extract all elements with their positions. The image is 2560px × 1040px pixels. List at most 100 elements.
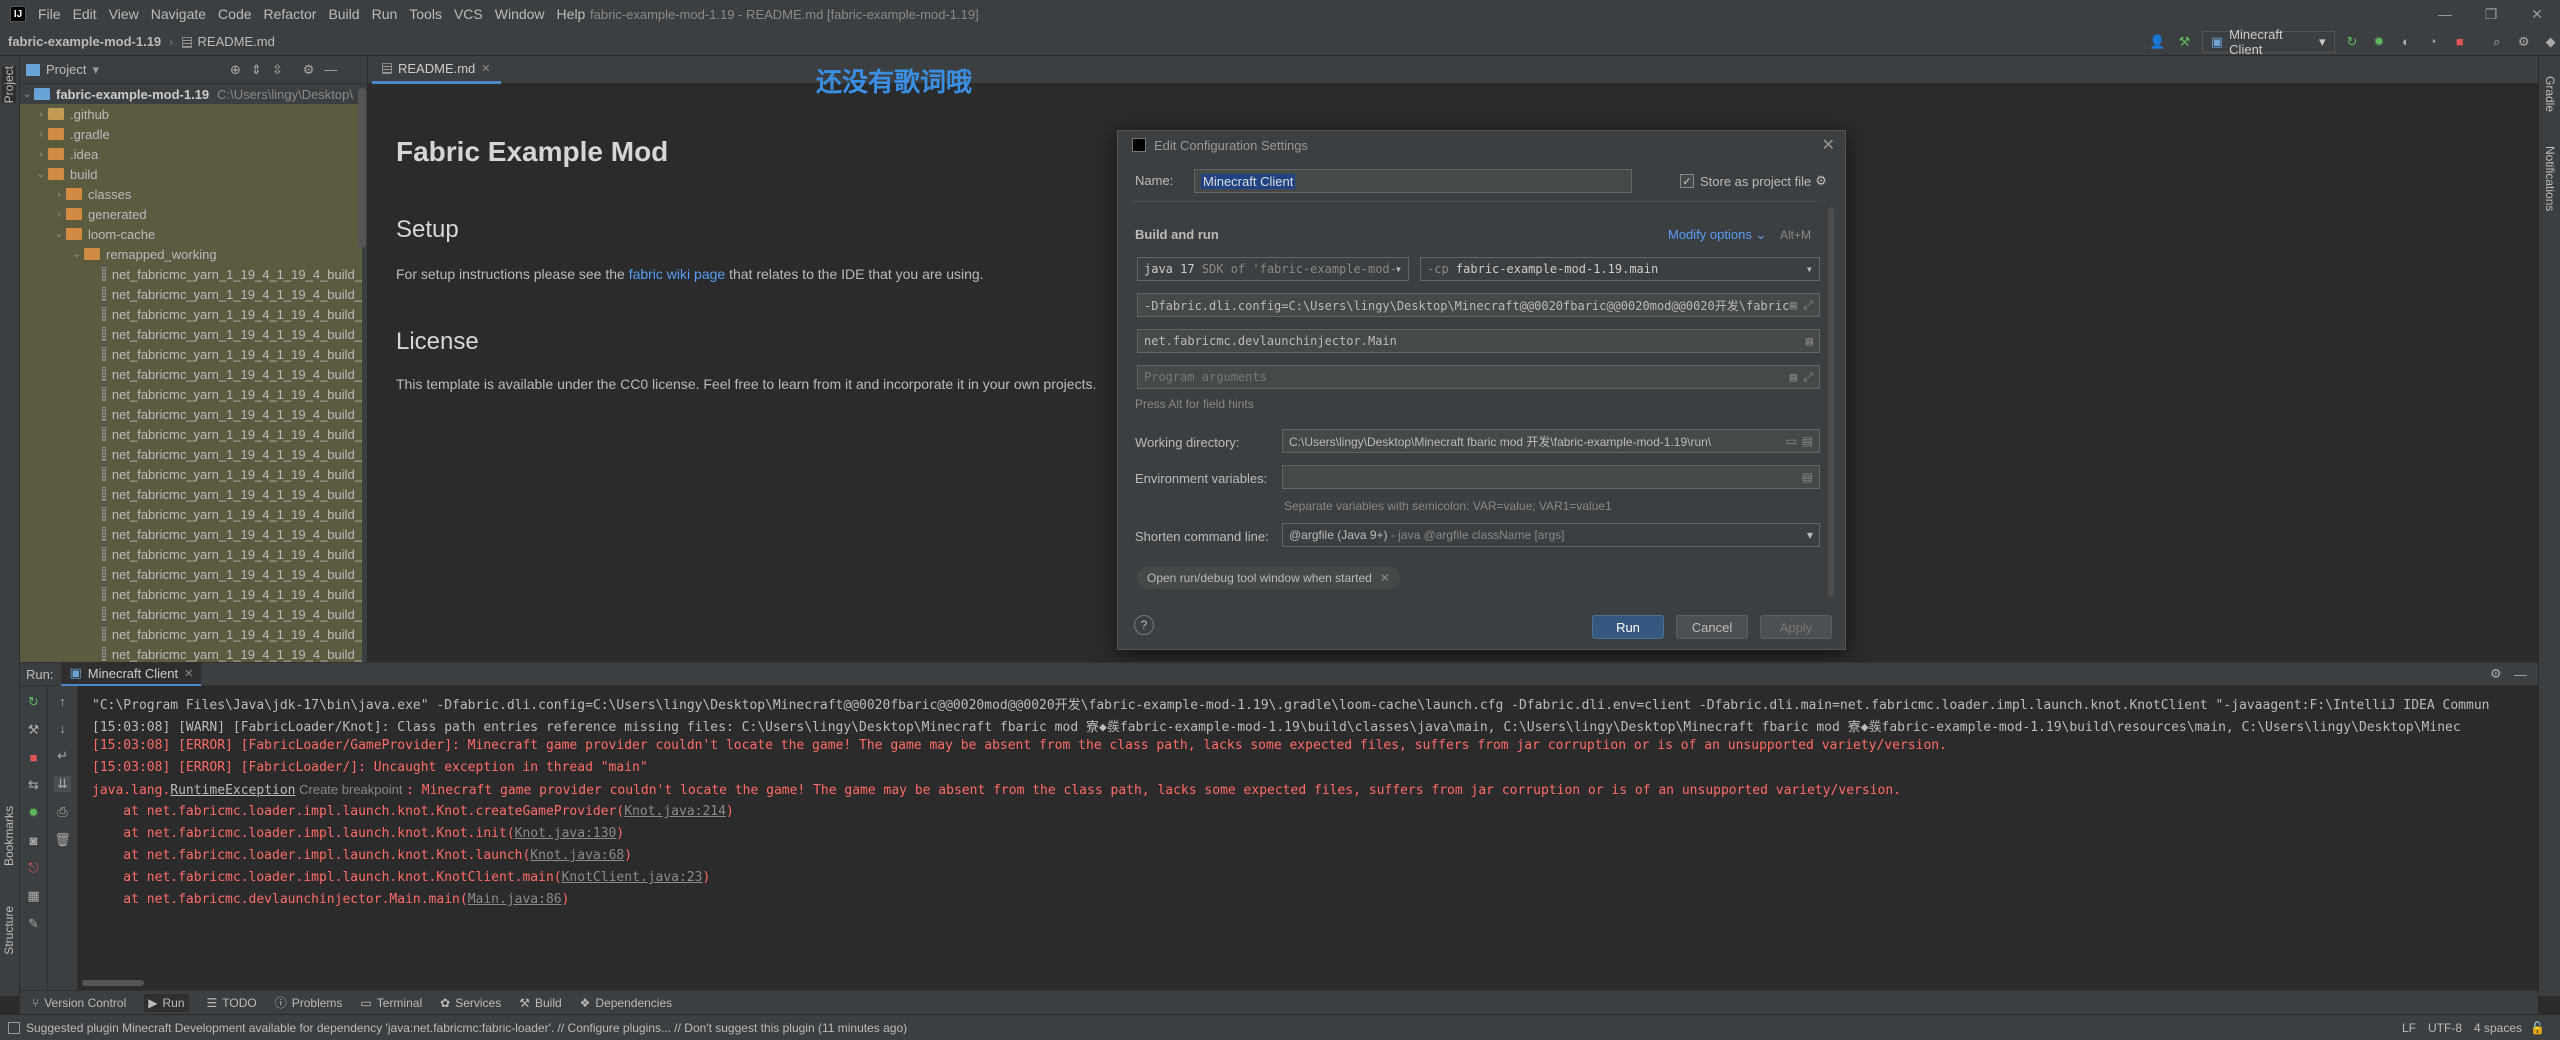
tree-item-file[interactable]: net_fabricmc_yarn_1_19_4_1_19_4_build_	[20, 264, 362, 284]
soft-wrap-icon[interactable]: ↵	[57, 748, 68, 764]
menu-file[interactable]: File	[32, 6, 67, 22]
source-link[interactable]: Knot.java:214	[624, 804, 726, 819]
breadcrumb-file[interactable]: README.md	[174, 34, 283, 49]
build-hammer-icon[interactable]: ⚒	[28, 722, 40, 738]
run-config-selector[interactable]: ▣ Minecraft Client ▾	[2201, 27, 2335, 57]
debug-icon[interactable]: ✹	[28, 805, 39, 821]
browse-class-icon[interactable]: ▤	[1806, 334, 1813, 348]
folder-browse-icon[interactable]: ▭	[1786, 434, 1797, 448]
structure-tool-tab[interactable]: Structure	[2, 906, 16, 955]
menu-view[interactable]: View	[103, 6, 145, 22]
tree-item-file[interactable]: net_fabricmc_yarn_1_19_4_1_19_4_build_	[20, 644, 362, 662]
layout-toggle-icon[interactable]	[8, 1021, 20, 1034]
menu-refactor[interactable]: Refactor	[258, 6, 323, 22]
exception-class-link[interactable]: RuntimeException	[170, 783, 295, 798]
bookmarks-tool-tab[interactable]: Bookmarks	[2, 806, 16, 866]
minimize-icon[interactable]: —	[2422, 0, 2468, 28]
tool-tab-version-control[interactable]: ⑂ Version Control	[32, 996, 126, 1010]
run-tab-minecraft-client[interactable]: ▣ Minecraft Client ✕	[61, 662, 202, 686]
project-scrollbar[interactable]	[358, 88, 366, 248]
tree-item-file[interactable]: net_fabricmc_yarn_1_19_4_1_19_4_build_	[20, 404, 362, 424]
tool-tab-run[interactable]: ▶ Run	[144, 993, 189, 1012]
tree-item-root[interactable]: ⌄ fabric-example-mod-1.19 C:\Users\lingy…	[20, 84, 362, 104]
tree-item-file[interactable]: net_fabricmc_yarn_1_19_4_1_19_4_build_	[20, 344, 362, 364]
modify-options-link[interactable]: Modify options ⌄	[1668, 227, 1766, 243]
shorten-command-line-select[interactable]: @argfile (Java 9+) - java @argfile class…	[1282, 523, 1820, 547]
apply-button[interactable]: Apply	[1760, 615, 1832, 639]
stop-icon[interactable]: ■	[30, 750, 38, 765]
jdk-select[interactable]: java 17 SDK of 'fabric-example-mod- ▾	[1137, 257, 1409, 281]
tree-item-remapped-working[interactable]: ⌄ remapped_working	[20, 244, 362, 264]
gear-icon[interactable]: ⚙	[1815, 173, 1827, 189]
source-link[interactable]: KnotClient.java:23	[562, 870, 703, 885]
classpath-select[interactable]: -cp fabric-example-mod-1.19.main ▾	[1420, 257, 1820, 281]
hide-icon[interactable]: —	[2514, 667, 2527, 682]
tree-item-file[interactable]: net_fabricmc_yarn_1_19_4_1_19_4_build_	[20, 544, 362, 564]
tool-tab-dependencies[interactable]: ❖ Dependencies	[580, 996, 673, 1010]
menu-tools[interactable]: Tools	[403, 6, 448, 22]
expand-icon[interactable]: ⤢	[1803, 298, 1813, 313]
tree-item-generated[interactable]: › generated	[20, 204, 362, 224]
insert-macro-icon[interactable]: ▤	[1790, 370, 1797, 384]
expand-all-icon[interactable]: ⇕	[251, 62, 262, 78]
vm-options-field[interactable]: -Dfabric.dli.config=C:\Users\lingy\Deskt…	[1137, 293, 1820, 317]
collapse-all-icon[interactable]: ⇳	[272, 62, 283, 78]
restore-icon[interactable]: ❐	[2468, 0, 2514, 28]
print-icon[interactable]: ⎙	[57, 804, 67, 820]
close-tab-icon[interactable]: ✕	[481, 62, 490, 75]
tree-item-classes[interactable]: › classes	[20, 184, 362, 204]
menu-edit[interactable]: Edit	[67, 6, 103, 22]
fabric-wiki-link[interactable]: fabric wiki page	[629, 266, 726, 282]
insert-macro-icon[interactable]: ▤	[1802, 434, 1813, 448]
project-tool-tab[interactable]: Project	[2, 66, 16, 104]
tree-item-file[interactable]: net_fabricmc_yarn_1_19_4_1_19_4_build_	[20, 364, 362, 384]
notifications-tool-tab[interactable]: Notifications	[2543, 146, 2557, 211]
menu-run[interactable]: Run	[366, 6, 404, 22]
source-link[interactable]: Knot.java:130	[515, 826, 617, 841]
tree-item-file[interactable]: net_fabricmc_yarn_1_19_4_1_19_4_build_	[20, 504, 362, 524]
tree-item-idea[interactable]: › .idea	[20, 144, 362, 164]
cancel-button[interactable]: Cancel	[1676, 615, 1748, 639]
tool-tab-build[interactable]: ⚒ Build	[519, 996, 561, 1010]
tool-tab-terminal[interactable]: ▭ Terminal	[360, 996, 422, 1010]
store-as-project-file[interactable]: ✓ Store as project file ⚙	[1680, 173, 1827, 189]
lock-icon[interactable]: 🔓	[2530, 1021, 2545, 1035]
hide-icon[interactable]: —	[324, 62, 337, 78]
insert-macro-icon[interactable]: ▤	[1790, 298, 1797, 312]
close-window-icon[interactable]: ✕	[2514, 0, 2560, 28]
expand-icon[interactable]: ⤢	[1803, 370, 1813, 385]
tool-tab-problems[interactable]: ⓘ Problems	[275, 994, 343, 1011]
user-icon[interactable]: 👤	[2148, 32, 2167, 52]
layout-icon[interactable]: ▦	[27, 888, 39, 904]
close-icon[interactable]: ✕	[1822, 135, 1835, 155]
status-message[interactable]: Suggested plugin Minecraft Development a…	[26, 1021, 907, 1035]
menu-help[interactable]: Help	[551, 6, 592, 22]
indent-widget[interactable]: 4 spaces	[2474, 1021, 2522, 1035]
tree-item-file[interactable]: net_fabricmc_yarn_1_19_4_1_19_4_build_	[20, 524, 362, 544]
arrow-down-icon[interactable]: ↓	[59, 721, 66, 736]
settings-icon[interactable]: ⚙	[2514, 32, 2533, 52]
tree-item-github[interactable]: › .github	[20, 104, 362, 124]
build-hammer-icon[interactable]: ⚒	[2175, 32, 2194, 52]
main-class-field[interactable]: net.fabricmc.devlaunchinjector.Main ▤	[1137, 329, 1820, 353]
tree-item-gradle[interactable]: › .gradle	[20, 124, 362, 144]
open-tool-window-option[interactable]: Open run/debug tool window when started …	[1137, 567, 1400, 589]
menu-window[interactable]: Window	[489, 6, 551, 22]
tool-tab-services[interactable]: ✿ Services	[440, 996, 501, 1010]
console-horizontal-scrollbar[interactable]	[82, 980, 144, 986]
chevron-down-icon[interactable]: ▾	[92, 62, 99, 78]
profile-icon[interactable]: ◔	[2423, 32, 2442, 52]
pin-icon[interactable]: ✎	[28, 916, 39, 932]
help-icon[interactable]: ?	[1134, 615, 1154, 635]
tree-item-file[interactable]: net_fabricmc_yarn_1_19_4_1_19_4_build_	[20, 284, 362, 304]
menu-vcs[interactable]: VCS	[448, 6, 489, 22]
menu-build[interactable]: Build	[322, 6, 365, 22]
environment-variables-field[interactable]: ▤	[1282, 465, 1820, 489]
search-icon[interactable]: ⌕	[2487, 32, 2506, 52]
camera-icon[interactable]: ◙	[30, 833, 38, 848]
stop-icon[interactable]: ■	[2450, 32, 2469, 52]
run-button[interactable]: Run	[1592, 615, 1664, 639]
name-field[interactable]: Minecraft Client	[1194, 169, 1632, 193]
tree-item-file[interactable]: net_fabricmc_yarn_1_19_4_1_19_4_build_	[20, 384, 362, 404]
close-tab-icon[interactable]: ✕	[184, 667, 193, 680]
